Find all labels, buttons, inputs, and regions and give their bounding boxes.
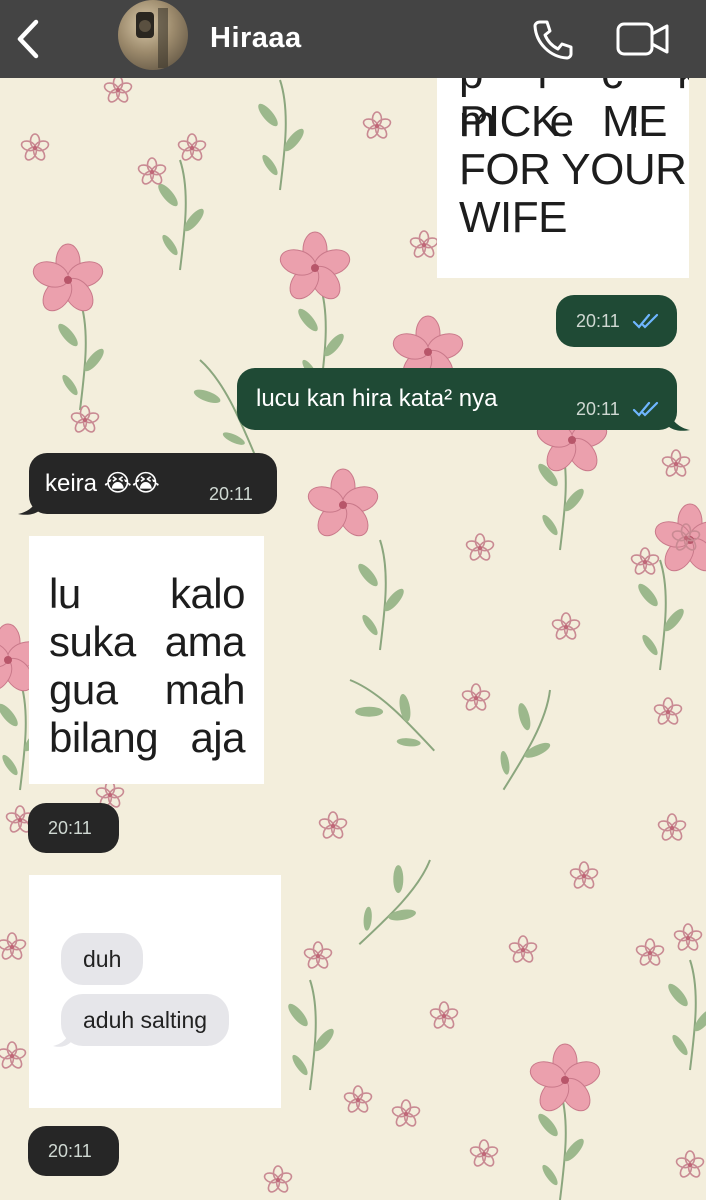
message-time: 20:11: [576, 399, 620, 419]
sticker-word: suka: [49, 618, 136, 665]
sticker-line: bilang aja: [49, 714, 245, 762]
message-time: 20:11: [48, 818, 92, 838]
call-button[interactable]: [530, 16, 576, 62]
sticker-word: kalo: [169, 570, 246, 617]
sticker-line: suka ama: [49, 618, 246, 666]
message-time: 20:11: [576, 311, 620, 331]
message-time: 20:11: [48, 1141, 92, 1161]
contact-avatar[interactable]: [118, 0, 188, 70]
back-button[interactable]: [10, 14, 50, 64]
sticker-word: aja: [190, 714, 245, 761]
sticker-image-pick-me[interactable]: pick me! PICK ME FOR YOUR WIFE: [437, 78, 689, 278]
sticker-line: FOR YOUR: [459, 145, 687, 194]
message-text: lucu kan hira kata² nya: [256, 385, 498, 412]
incoming-message[interactable]: keira 😭😭 20:11: [29, 453, 277, 514]
screenshot-bubble: aduh salting: [61, 994, 230, 1046]
sticker-word: mah: [164, 666, 246, 713]
message-text: keira 😭😭: [45, 470, 160, 497]
sticker-word: PICK: [459, 97, 560, 146]
read-receipt-icon: [632, 401, 659, 417]
video-call-icon: [616, 22, 669, 56]
screenshot-timestamp-pill: 20:11: [28, 1126, 119, 1176]
sticker-line: lu kalo: [49, 570, 246, 618]
contact-name[interactable]: Hiraaa: [210, 22, 302, 55]
avatar-photo: [136, 8, 168, 68]
sticker-line: PICK ME: [459, 97, 668, 146]
screenshot-bubble: duh: [61, 933, 144, 985]
screenshot-bubble-tail: [53, 1030, 71, 1047]
sticker-word: gua: [49, 666, 118, 713]
bubble-tail: [668, 410, 690, 431]
sticker-image-lu-kalo[interactable]: lu kalo suka ama gua mah bilang aja: [29, 536, 264, 784]
sticker-line: WIFE: [459, 193, 567, 242]
chat-header: Hiraaa: [0, 0, 706, 78]
message-time: 20:11: [209, 484, 253, 504]
sticker-line: gua mah: [49, 666, 246, 714]
sticker-word: ME: [602, 97, 668, 146]
back-arrow-icon: [17, 19, 39, 59]
sticker-timestamp-pill: 20:11: [556, 295, 677, 347]
sticker-timestamp-pill: 20:11: [28, 803, 119, 853]
sticker-word: lu: [49, 570, 81, 617]
call-icon: [533, 20, 573, 60]
sticker-word: ama: [164, 618, 246, 665]
outgoing-message[interactable]: lucu kan hira kata² nya 20:11: [237, 368, 677, 430]
screenshot-image[interactable]: duh aduh salting: [29, 875, 281, 1108]
read-receipt-icon: [632, 313, 659, 329]
sticker-word: bilang: [49, 714, 159, 761]
video-call-button[interactable]: [614, 18, 672, 60]
